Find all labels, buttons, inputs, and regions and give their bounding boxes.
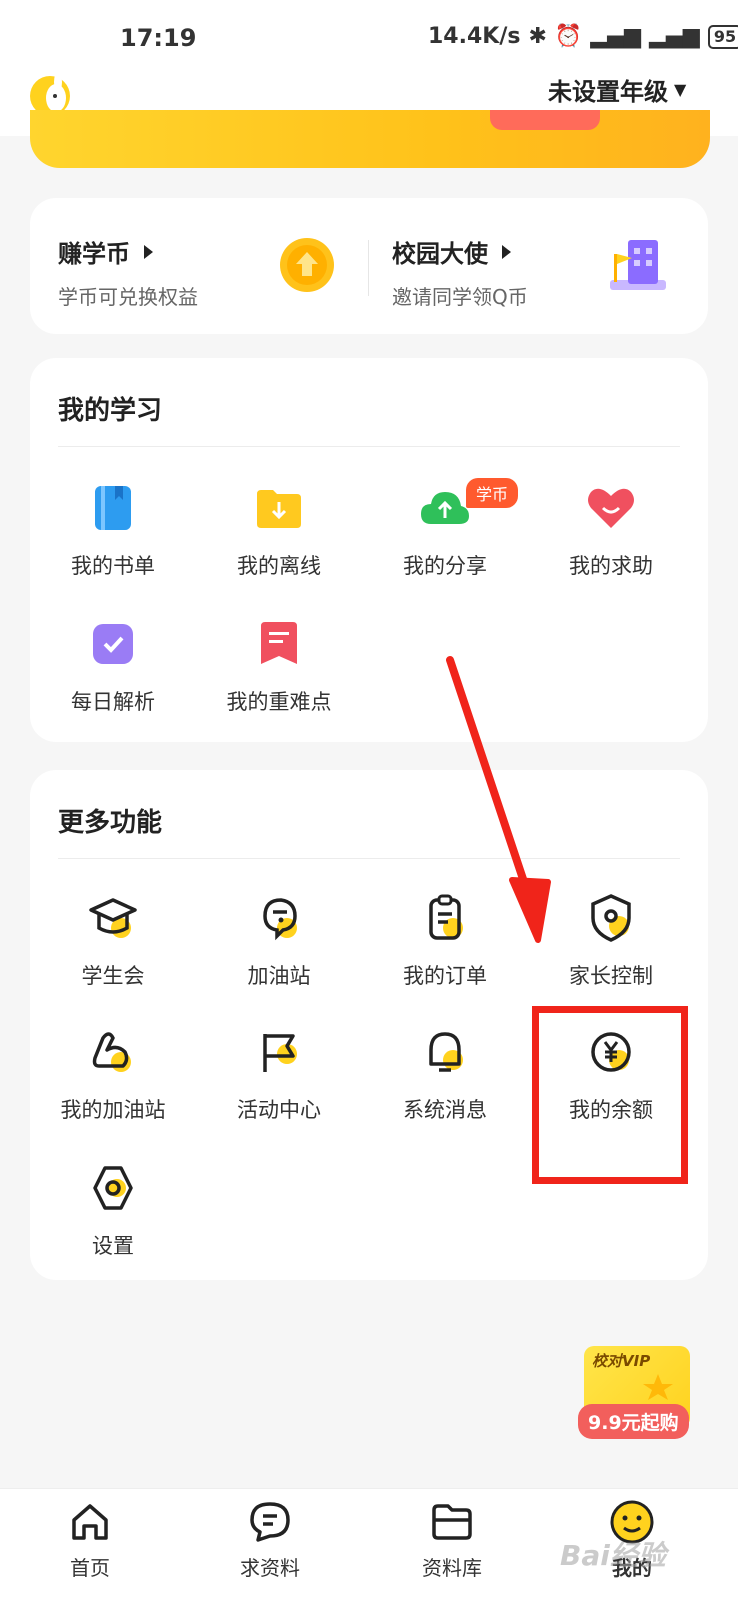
earn-coins-title: 赚学币 (58, 240, 130, 268)
menu-item-label: 我的订单 (403, 964, 487, 988)
earn-coins-entry[interactable]: 赚学币 学币可兑换权益 (58, 234, 198, 310)
menu-item-label: 我的离线 (237, 554, 321, 578)
home-icon (66, 1498, 114, 1546)
battery-indicator: 95 (707, 24, 738, 49)
book-icon (85, 480, 141, 536)
play-arrow-icon (144, 244, 153, 259)
status-indicators: 14.4K/s ✱ ⏰ ▂▄▆ ▂▄▆ 95 (428, 24, 738, 49)
menu-item-fuel-station[interactable]: 加油站 (204, 890, 354, 990)
promo-banner[interactable] (30, 110, 710, 168)
menu-item-label: 每日解析 (71, 690, 155, 714)
menu-item-activity-center[interactable]: 活动中心 (204, 1024, 354, 1124)
signal-icon: ▂▄▆ (590, 24, 642, 49)
menu-item-daily-analysis[interactable]: 每日解析 (38, 616, 188, 716)
play-arrow-icon (502, 244, 511, 259)
divider (58, 858, 680, 859)
ambassador-subtitle: 邀请同学领Q币 (392, 285, 528, 309)
divider (368, 240, 369, 296)
menu-item-label: 系统消息 (403, 1098, 487, 1122)
building-icon (606, 232, 670, 300)
annotation-highlight-box (532, 1006, 688, 1184)
face-icon (251, 890, 307, 946)
tab-label: 资料库 (422, 1556, 482, 1580)
menu-item-system-messages[interactable]: 系统消息 (370, 1024, 520, 1124)
menu-item-label: 我的加油站 (60, 1098, 166, 1122)
status-time: 17:19 (120, 24, 197, 52)
menu-item-label: 设置 (92, 1234, 134, 1258)
divider (58, 446, 680, 447)
grade-selector[interactable]: 未设置年级 ▼ (548, 72, 686, 107)
grade-label: 未设置年级 (548, 78, 668, 106)
chat-bubble-icon (246, 1498, 294, 1546)
muscle-icon (85, 1024, 141, 1080)
earn-coins-subtitle: 学币可兑换权益 (58, 285, 198, 309)
tab-home[interactable]: 首页 (30, 1498, 150, 1581)
settings-gear-icon (85, 1160, 141, 1216)
tab-request-materials[interactable]: 求资料 (210, 1498, 330, 1581)
coin-icon (278, 236, 336, 298)
ambassador-title: 校园大使 (392, 240, 488, 268)
folder-icon (428, 1498, 476, 1546)
menu-item-label: 加油站 (247, 964, 311, 988)
menu-item-label: 学生会 (81, 964, 145, 988)
more-features-title: 更多功能 (58, 808, 163, 838)
bell-icon (417, 1024, 473, 1080)
menu-item-my-fuel-station[interactable]: 我的加油站 (38, 1024, 188, 1124)
menu-item-student-union[interactable]: 学生会 (38, 890, 188, 990)
menu-item-label: 我的书单 (71, 554, 155, 578)
menu-item-label: 活动中心 (237, 1098, 321, 1122)
cloud-upload-icon (417, 480, 473, 536)
campus-ambassador-entry[interactable]: 校园大使 邀请同学领Q币 (392, 234, 528, 310)
coin-reward-badge: 学币 (466, 478, 519, 508)
vip-price-badge[interactable]: 9.9元起购 (578, 1404, 689, 1439)
my-study-title: 我的学习 (58, 396, 163, 426)
caret-down-icon: ▼ (674, 80, 687, 99)
shield-lock-icon (583, 890, 639, 946)
menu-item-label: 我的求助 (569, 554, 653, 578)
menu-item-label: 我的分享 (403, 554, 487, 578)
tab-label: 求资料 (240, 1556, 300, 1580)
star-icon (640, 1372, 676, 1406)
menu-item-key-points[interactable]: 我的重难点 (204, 616, 354, 716)
signal-icon-2: ▂▄▆ (649, 24, 700, 49)
tab-library[interactable]: 资料库 (392, 1498, 512, 1581)
graduation-cap-icon (85, 890, 141, 946)
banner-decoration (490, 110, 600, 130)
menu-item-help[interactable]: 我的求助 (536, 480, 686, 580)
menu-item-offline[interactable]: 我的离线 (204, 480, 354, 580)
tab-label: 首页 (70, 1556, 110, 1580)
watermark: Bai经验 (560, 1539, 666, 1572)
menu-item-booklist[interactable]: 我的书单 (38, 480, 188, 580)
network-speed: 14.4K/s (428, 24, 521, 49)
alarm-icon: ⏰ (554, 24, 583, 49)
flag-icon (251, 1024, 307, 1080)
bluetooth-icon: ✱ (528, 24, 547, 49)
check-badge-icon (85, 616, 141, 672)
folder-download-icon (251, 480, 307, 536)
vip-label: 校对VIP (592, 1352, 651, 1370)
menu-item-settings[interactable]: 设置 (38, 1160, 188, 1260)
bookmark-note-icon (251, 616, 307, 672)
heart-icon (583, 480, 639, 536)
menu-item-label: 我的重难点 (226, 690, 332, 714)
menu-item-label: 家长控制 (569, 964, 653, 988)
annotation-arrow (446, 656, 551, 943)
